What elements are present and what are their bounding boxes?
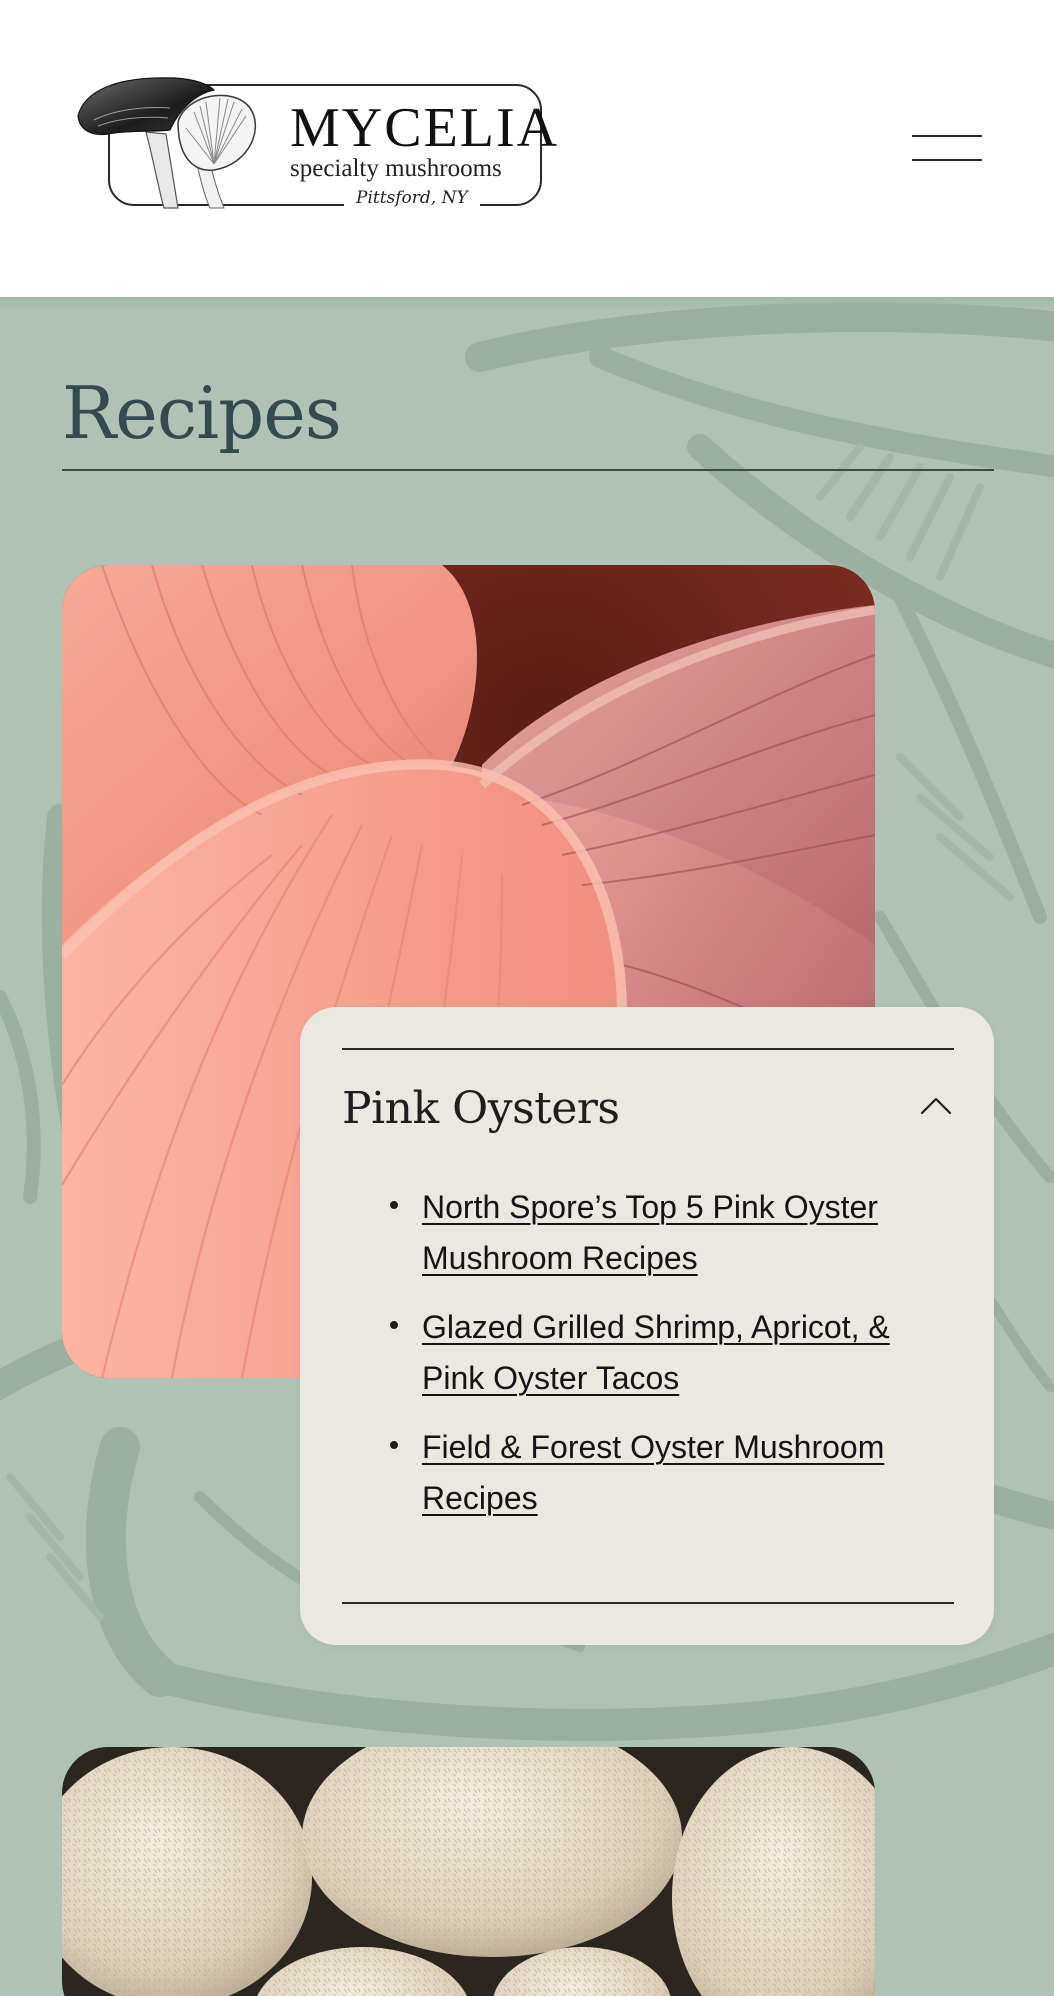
menu-line-top <box>912 135 982 137</box>
bullet-point <box>390 1441 398 1449</box>
logo-tagline: specialty mushrooms <box>290 155 502 182</box>
accordion-title[interactable]: Pink Oysters <box>342 1087 620 1131</box>
recipe-accordion-card: Pink Oysters North Spore’s Top 5 Pink Oy… <box>300 1007 994 1645</box>
lions-mane-mushroom-photo <box>62 1747 875 1996</box>
page-title: Recipes <box>62 371 342 455</box>
chevron-up-icon[interactable] <box>916 1091 956 1119</box>
recipe-link-north-spore[interactable]: North Spore’s Top 5 Pink Oyster Mushroom… <box>422 1189 878 1276</box>
list-item: Field & Forest Oyster Mushroom Recipes <box>356 1422 916 1524</box>
hamburger-menu-icon[interactable] <box>900 120 990 180</box>
logo-location: Pittsford, NY <box>344 190 480 207</box>
lions-mane-image <box>62 1747 875 1996</box>
list-item: North Spore’s Top 5 Pink Oyster Mushroom… <box>356 1182 916 1284</box>
recipes-section: Recipes Pink Oysters North Spore’s Top 5… <box>0 297 1054 1996</box>
menu-line-bottom <box>912 159 982 161</box>
recipe-link-field-forest[interactable]: Field & Forest Oyster Mushroom Recipes <box>422 1429 884 1516</box>
card-bottom-rule <box>342 1602 954 1604</box>
logo-wordmark: MYCELIA <box>290 97 560 159</box>
site-logo[interactable]: MYCELIA specialty mushrooms Pittsford, N… <box>74 72 557 222</box>
oyster-mushroom-illustration-icon <box>77 77 256 209</box>
bullet-point <box>390 1321 398 1329</box>
recipe-link-shrimp-tacos[interactable]: Glazed Grilled Shrimp, Apricot, & Pink O… <box>422 1309 890 1396</box>
card-top-rule <box>342 1048 954 1050</box>
list-item: Glazed Grilled Shrimp, Apricot, & Pink O… <box>356 1302 916 1404</box>
bullet-point <box>390 1201 398 1209</box>
title-divider <box>62 469 994 471</box>
recipe-link-list: North Spore’s Top 5 Pink Oyster Mushroom… <box>356 1182 916 1542</box>
site-header: MYCELIA specialty mushrooms Pittsford, N… <box>0 0 1054 297</box>
